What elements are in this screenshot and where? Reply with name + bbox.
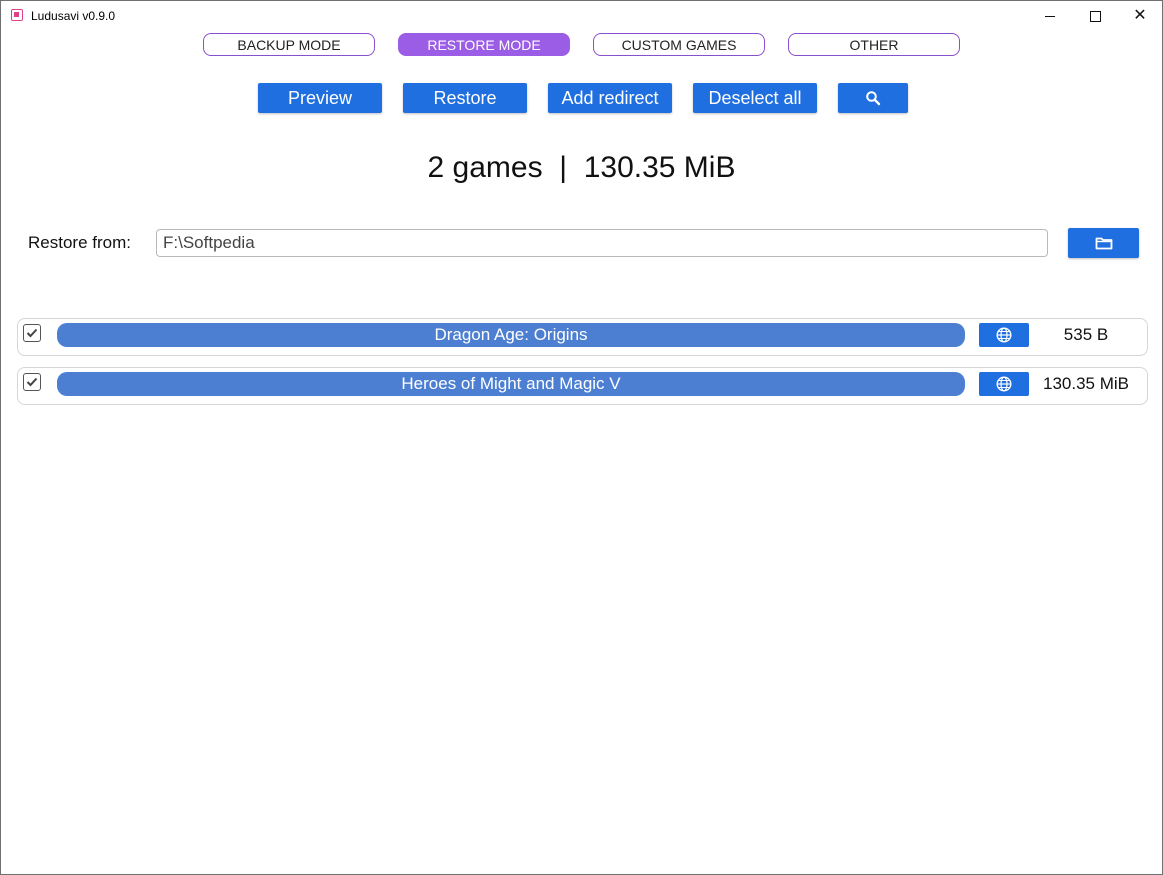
close-icon: ✕ xyxy=(1133,7,1147,24)
restore-path-input[interactable] xyxy=(156,229,1048,257)
tab-backup-mode[interactable]: BACKUP MODE xyxy=(203,33,375,56)
game-name-button[interactable]: Heroes of Might and Magic V xyxy=(57,372,965,396)
game-checkbox[interactable] xyxy=(23,373,41,391)
checkmark-icon xyxy=(26,328,38,338)
deselect-all-button[interactable]: Deselect all xyxy=(693,83,817,113)
app-window: Ludusavi v0.9.0 ✕ BACKUP MODE RESTORE MO… xyxy=(0,0,1163,875)
add-redirect-button[interactable]: Add redirect xyxy=(548,83,672,113)
folder-icon xyxy=(1095,237,1112,250)
summary-text: 2 games | 130.35 MiB xyxy=(427,151,736,184)
game-size: 130.35 MiB xyxy=(1043,374,1129,393)
maximize-icon xyxy=(1089,10,1101,22)
game-row: Dragon Age: Origins 535 B xyxy=(17,318,1148,356)
checkmark-icon xyxy=(26,377,38,387)
preview-button[interactable]: Preview xyxy=(258,83,382,113)
globe-icon xyxy=(996,376,1012,392)
title-bar[interactable]: Ludusavi v0.9.0 ✕ xyxy=(1,1,1162,31)
search-button[interactable] xyxy=(838,83,908,113)
close-button[interactable]: ✕ xyxy=(1117,1,1163,31)
tab-restore-mode[interactable]: RESTORE MODE xyxy=(398,33,570,56)
app-icon xyxy=(11,9,23,21)
restore-from-label: Restore from: xyxy=(28,233,131,252)
minimize-icon xyxy=(1045,15,1055,17)
search-icon xyxy=(866,91,881,106)
game-size: 535 B xyxy=(1063,325,1109,344)
globe-icon xyxy=(996,327,1012,343)
game-checkbox[interactable] xyxy=(23,324,41,342)
tab-custom-games[interactable]: CUSTOM GAMES xyxy=(593,33,765,56)
browse-folder-button[interactable] xyxy=(1068,228,1139,258)
restore-button[interactable]: Restore xyxy=(403,83,527,113)
minimize-button[interactable] xyxy=(1027,1,1073,31)
wiki-button[interactable] xyxy=(979,372,1029,396)
window-title: Ludusavi v0.9.0 xyxy=(31,9,116,23)
tab-other[interactable]: OTHER xyxy=(788,33,960,56)
wiki-button[interactable] xyxy=(979,323,1029,347)
game-name-button[interactable]: Dragon Age: Origins xyxy=(57,323,965,347)
game-row: Heroes of Might and Magic V 130.35 MiB xyxy=(17,367,1148,405)
maximize-button[interactable] xyxy=(1072,1,1118,31)
